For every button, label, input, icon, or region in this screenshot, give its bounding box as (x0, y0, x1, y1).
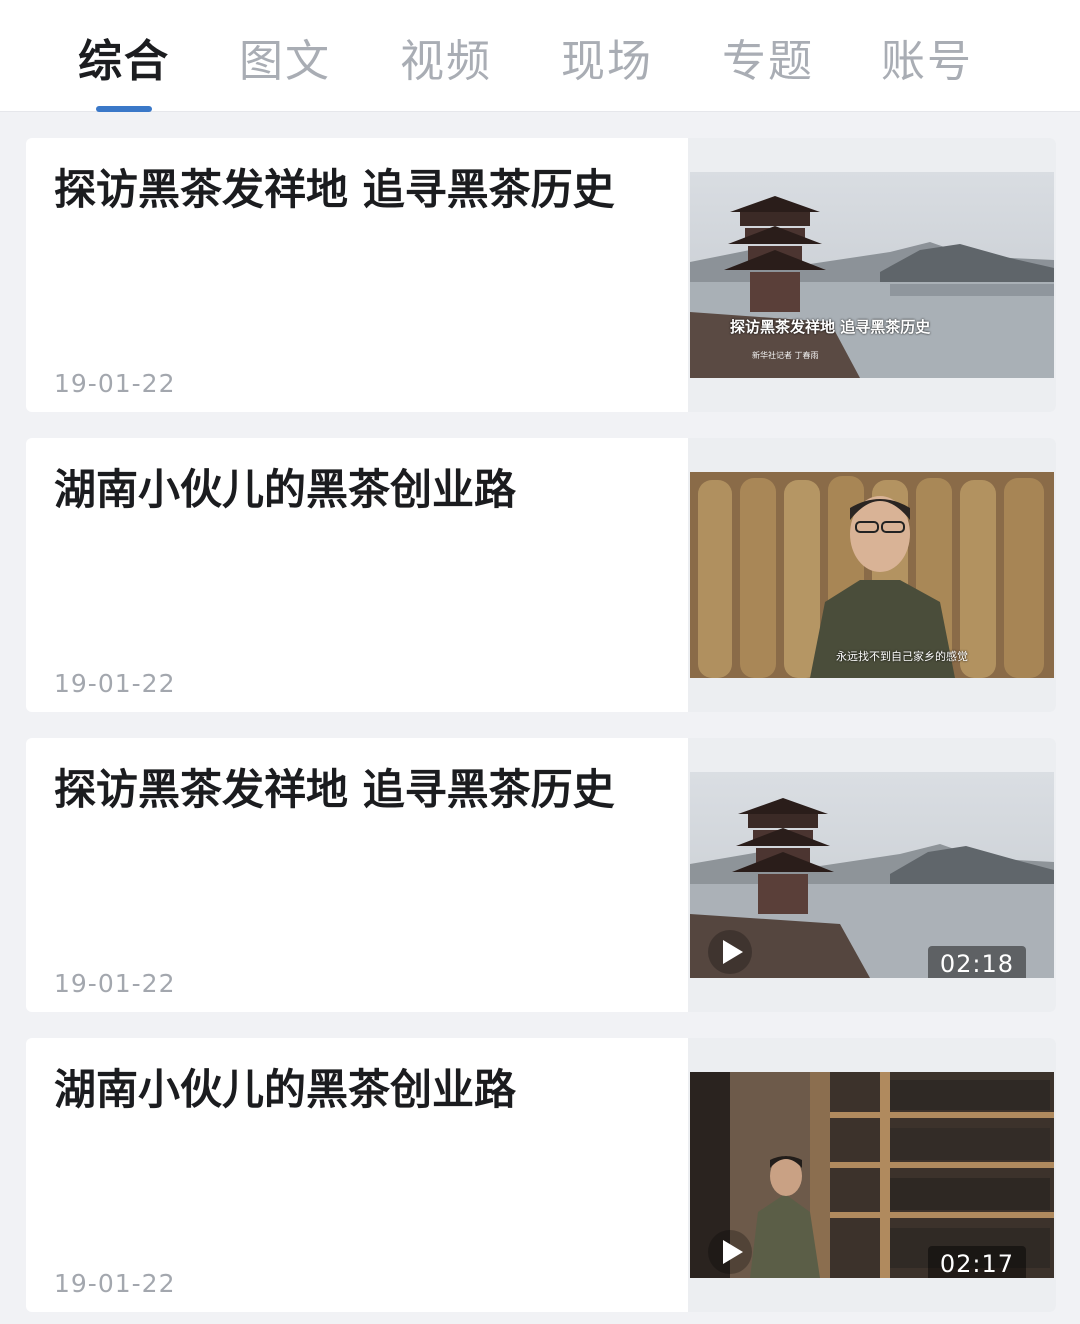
tab-video[interactable]: 视频 (386, 32, 506, 92)
play-icon[interactable] (708, 1230, 752, 1274)
article-card[interactable]: 湖南小伙儿的黑茶创业路 19-01-22 永远找不到自己家乡的感觉 (26, 438, 1056, 712)
tab-graphic-text[interactable]: 图文 (225, 32, 345, 92)
article-date: 19-01-22 (54, 969, 176, 998)
article-card[interactable]: 探访黑茶发祥地 追寻黑茶历史 19-01-22 (26, 138, 1056, 412)
thumbnail-byline: 新华社记者 丁春雨 (752, 351, 819, 360)
thumbnail-frame: 永远找不到自己家乡的感觉 (688, 438, 1056, 712)
tab-accounts[interactable]: 账号 (867, 32, 987, 92)
article-card[interactable]: 湖南小伙儿的黑茶创业路 19-01-22 02:17 (26, 1038, 1056, 1312)
article-title[interactable]: 探访黑茶发祥地 追寻黑茶历史 (54, 764, 674, 816)
video-thumbnail[interactable]: 永远找不到自己家乡的感觉 (690, 472, 1054, 678)
thumbnail-subtitle: 永远找不到自己家乡的感觉 (836, 650, 968, 663)
article-date: 19-01-22 (54, 669, 176, 698)
play-icon[interactable] (708, 930, 752, 974)
article-title[interactable]: 湖南小伙儿的黑茶创业路 (54, 464, 674, 516)
article-date: 19-01-22 (54, 369, 176, 398)
thumbnail-caption: 探访黑茶发祥地 追寻黑茶历史 (730, 318, 931, 336)
tab-bar: 综合 图文 视频 现场 专题 账号 (0, 0, 1080, 112)
tab-topics[interactable]: 专题 (708, 32, 828, 92)
thumbnail-frame: 探访黑茶发祥地 追寻黑茶历史 新华社记者 丁春雨 (688, 138, 1056, 412)
active-tab-indicator (96, 106, 152, 112)
article-title[interactable]: 探访黑茶发祥地 追寻黑茶历史 (54, 164, 674, 216)
video-duration: 02:17 (927, 1246, 1026, 1278)
video-thumbnail[interactable]: 02:17 (690, 1072, 1054, 1278)
article-title[interactable]: 湖南小伙儿的黑茶创业路 (54, 1064, 674, 1116)
video-duration: 02:18 (927, 946, 1026, 978)
tab-live[interactable]: 现场 (547, 32, 667, 92)
pagoda-lake-image (690, 172, 1054, 378)
video-thumbnail[interactable]: 探访黑茶发祥地 追寻黑茶历史 新华社记者 丁春雨 (690, 172, 1054, 378)
video-thumbnail[interactable]: 02:18 (690, 772, 1054, 978)
article-date: 19-01-22 (54, 1269, 176, 1298)
thumbnail-frame: 02:18 (688, 738, 1056, 1012)
thumbnail-frame: 02:17 (688, 1038, 1056, 1312)
article-card[interactable]: 探访黑茶发祥地 追寻黑茶历史 19-01-22 (26, 738, 1056, 1012)
tab-comprehensive[interactable]: 综合 (64, 32, 184, 92)
